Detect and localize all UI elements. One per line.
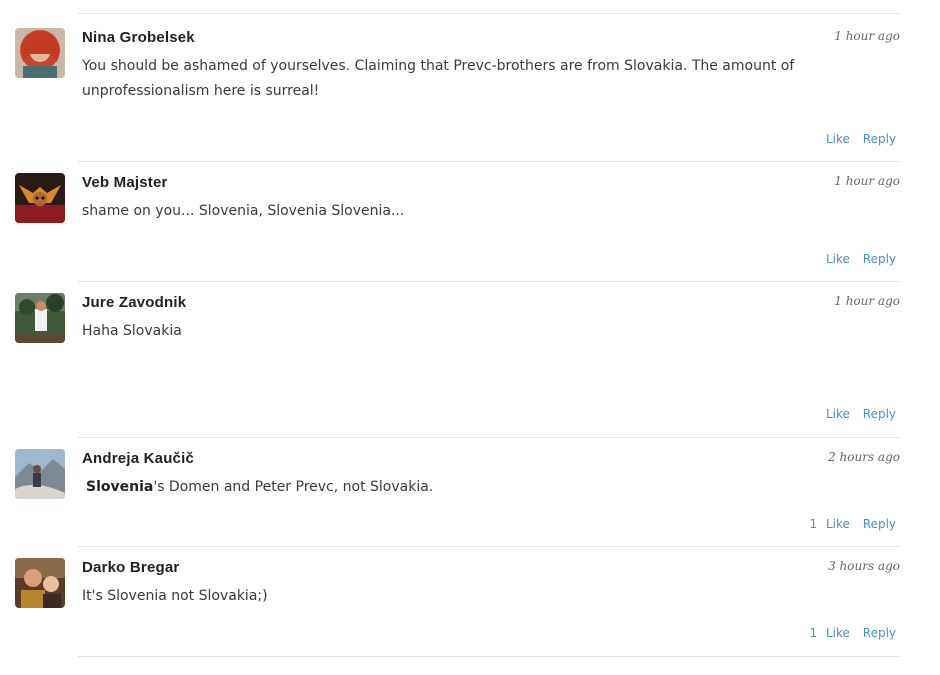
reply-button[interactable]: Reply: [863, 517, 896, 531]
avatar[interactable]: [15, 293, 65, 343]
like-button[interactable]: Like: [826, 626, 850, 640]
comment-divider: [78, 656, 900, 657]
reply-button[interactable]: Reply: [863, 407, 896, 421]
comment-divider: [78, 437, 900, 438]
avatar[interactable]: [15, 173, 65, 223]
comment-timestamp[interactable]: 1 hour ago: [834, 292, 900, 310]
comment-actions: Like Reply: [817, 406, 896, 422]
like-count: 1: [809, 517, 818, 531]
comment-text: Slovenia's Domen and Peter Prevc, not Sl…: [86, 475, 846, 500]
comment-divider: [78, 13, 900, 14]
comment-divider: [78, 546, 900, 547]
avatar[interactable]: [15, 28, 65, 78]
comment-author[interactable]: Veb Majster: [82, 173, 168, 193]
avatar[interactable]: [15, 558, 65, 608]
like-button[interactable]: Like: [826, 407, 850, 421]
like-button[interactable]: Like: [826, 252, 850, 266]
reply-button[interactable]: Reply: [863, 252, 896, 266]
comment-author[interactable]: Andreja Kaučič: [82, 449, 194, 469]
comment-text: shame on you... Slovenia, Slovenia Slove…: [82, 203, 405, 219]
comment-timestamp[interactable]: 1 hour ago: [834, 172, 900, 190]
comment-text: You should be ashamed of yourselves. Cla…: [82, 58, 795, 99]
reply-button[interactable]: Reply: [863, 626, 896, 640]
like-button[interactable]: Like: [826, 132, 850, 146]
comment-text: Haha Slovakia: [82, 323, 182, 339]
comment-timestamp[interactable]: 2 hours ago: [828, 448, 900, 466]
comment-actions: Like Reply: [817, 251, 896, 267]
comment-timestamp[interactable]: 3 hours ago: [828, 557, 900, 575]
comment-text-rest: 's Domen and Peter Prevc, not Slovakia.: [153, 479, 434, 495]
comment-author[interactable]: Darko Bregar: [82, 558, 179, 578]
comment-divider: [78, 161, 900, 162]
comment-divider: [78, 281, 900, 282]
avatar[interactable]: [15, 449, 65, 499]
comment-actions: Like Reply: [817, 131, 896, 147]
like-count: 1: [809, 626, 818, 640]
reply-button[interactable]: Reply: [863, 132, 896, 146]
comment-actions: 1 Like Reply: [810, 625, 896, 641]
like-button[interactable]: Like: [826, 517, 850, 531]
comment-author[interactable]: Nina Grobelsek: [82, 28, 195, 48]
comment-timestamp[interactable]: 1 hour ago: [834, 27, 900, 45]
comment-author[interactable]: Jure Zavodnik: [82, 293, 186, 313]
comment-text: It's Slovenia not Slovakia;): [82, 588, 268, 604]
comment-actions: 1 Like Reply: [810, 516, 896, 532]
comment-text-bold[interactable]: Slovenia: [86, 479, 153, 495]
